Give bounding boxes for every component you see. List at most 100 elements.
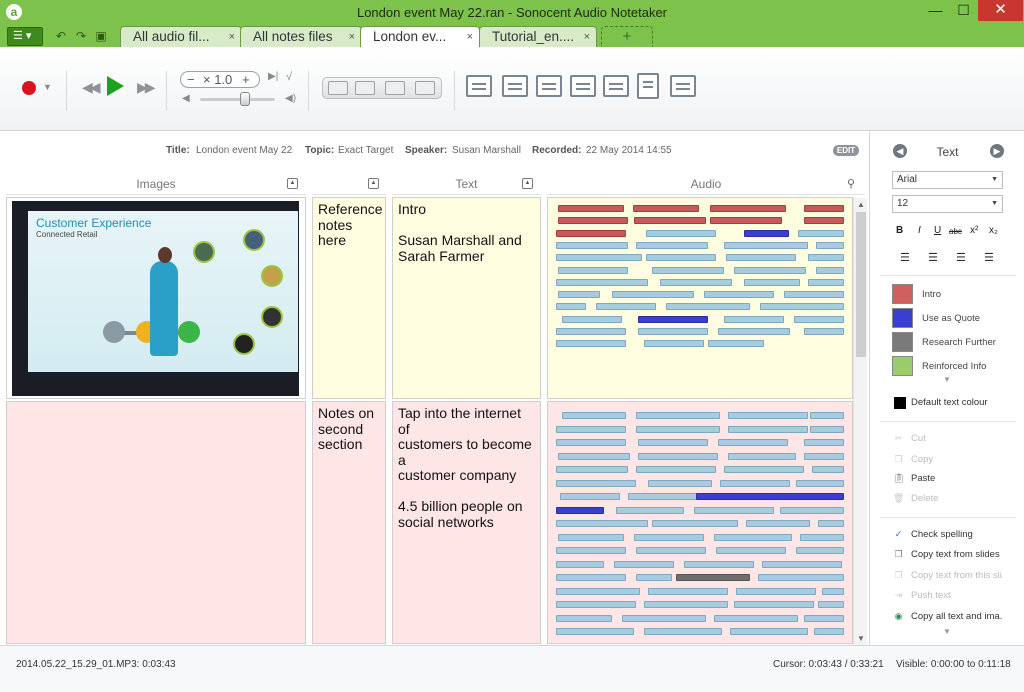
record-icon[interactable] <box>22 81 36 95</box>
audio-chunk[interactable] <box>596 303 656 311</box>
audio-chunk[interactable] <box>558 205 624 212</box>
audio-chunk[interactable] <box>816 241 844 249</box>
audio-chunk[interactable] <box>710 217 782 225</box>
tab-close-icon[interactable]: × <box>229 27 235 47</box>
category-swatch-research[interactable] <box>892 332 913 352</box>
audio-chunk[interactable] <box>644 601 728 608</box>
tab-london-event[interactable]: London ev... × <box>360 26 480 48</box>
audio-chunk[interactable] <box>636 425 720 433</box>
audio-chunk[interactable] <box>556 520 648 527</box>
numbered-list-icon[interactable]: ☰ <box>928 251 938 264</box>
superscript-button[interactable]: x² <box>970 225 978 236</box>
audio-chunk[interactable] <box>730 628 808 635</box>
audio-chunk[interactable] <box>780 506 844 514</box>
audio-chunk[interactable] <box>804 614 844 622</box>
audio-chunk[interactable] <box>818 520 844 527</box>
category-label[interactable]: Intro <box>922 289 941 300</box>
slide-image[interactable]: Customer Experience Connected Retail <box>12 201 299 396</box>
audio-chunk[interactable] <box>728 452 796 460</box>
default-colour-swatch[interactable] <box>894 397 906 409</box>
audio-chunk[interactable] <box>808 278 844 286</box>
images-cell[interactable] <box>6 401 306 644</box>
prev-panel-icon[interactable]: ◀ <box>893 144 907 158</box>
column-toggle-icon[interactable]: ▲ <box>287 178 298 189</box>
audio-chunk[interactable] <box>556 328 626 335</box>
rewind-icon[interactable]: ◀◀ <box>82 79 100 96</box>
check-spelling-action[interactable]: Check spelling <box>911 529 1003 540</box>
audio-chunk[interactable] <box>816 266 844 274</box>
export-icon[interactable] <box>570 75 596 97</box>
volume-slider-thumb[interactable] <box>240 92 250 106</box>
audio-chunk[interactable] <box>804 439 844 446</box>
audio-chunk[interactable] <box>808 254 844 262</box>
audio-chunk[interactable] <box>728 412 808 419</box>
audio-chunk[interactable] <box>724 241 808 249</box>
audio-chunk[interactable] <box>556 628 634 635</box>
audio-chunk[interactable] <box>556 574 626 581</box>
paste-icon[interactable]: 📋︎ <box>893 473 904 484</box>
save-icon[interactable]: ▣ <box>94 29 108 43</box>
bullet-list-icon[interactable]: ☰ <box>900 251 910 264</box>
audio-chunk[interactable] <box>636 241 708 249</box>
audio-chunk[interactable] <box>716 547 786 554</box>
audio-chunk[interactable] <box>810 425 844 433</box>
audio-chunk[interactable] <box>728 425 808 433</box>
audio-chunk[interactable] <box>614 560 674 568</box>
audio-chunk[interactable] <box>652 520 738 527</box>
audio-chunk[interactable] <box>822 587 844 595</box>
audio-chunk[interactable] <box>556 278 648 286</box>
audio-chunk[interactable] <box>644 628 722 635</box>
audio-chunk[interactable] <box>558 266 628 274</box>
audio-chunk[interactable] <box>634 217 706 225</box>
audio-chunk[interactable] <box>810 412 844 419</box>
default-colour-label[interactable]: Default text colour <box>911 397 988 408</box>
audio-chunk[interactable] <box>724 315 784 323</box>
audio-chunk[interactable] <box>558 217 628 225</box>
skip-icon[interactable]: ▶| <box>268 71 278 82</box>
paste-action[interactable]: Paste <box>911 473 1003 484</box>
audio-chunk[interactable] <box>744 278 800 286</box>
audio-chunk[interactable] <box>714 614 798 622</box>
audio-chunk[interactable] <box>638 315 708 323</box>
audio-chunk[interactable] <box>794 315 844 323</box>
audio-chunk[interactable] <box>734 266 806 274</box>
edit-metadata-button[interactable]: EDIT <box>833 145 859 156</box>
category-swatch-intro[interactable] <box>892 284 913 304</box>
audio-chunk[interactable] <box>666 303 750 311</box>
audio-chunk[interactable] <box>648 587 728 595</box>
audio-chunk[interactable] <box>558 533 624 541</box>
speed-increase-button[interactable]: + <box>242 72 250 87</box>
audio-chunk[interactable] <box>796 479 844 487</box>
fast-forward-icon[interactable]: ▶▶ <box>137 79 155 96</box>
audio-chunk[interactable] <box>616 506 684 514</box>
section-text[interactable]: Intro Susan Marshall and Sarah Farmer <box>393 198 540 264</box>
maximize-button[interactable]: ☐ <box>949 0 978 21</box>
record-dropdown-icon[interactable]: ▼ <box>43 82 52 92</box>
audio-chunk[interactable] <box>812 466 844 473</box>
audio-chunk[interactable] <box>556 229 626 237</box>
audio-chunk[interactable] <box>562 412 626 419</box>
audio-chunk[interactable] <box>628 493 698 500</box>
audio-chunk[interactable] <box>556 506 604 514</box>
audio-chunk[interactable] <box>633 205 699 212</box>
scroll-down-icon[interactable]: ▼ <box>857 634 865 643</box>
notes-text[interactable]: Reference notes here <box>313 198 385 249</box>
redo-icon[interactable]: ↷ <box>74 29 88 43</box>
audio-chunk[interactable] <box>556 466 628 473</box>
view-notes-icon[interactable] <box>385 81 405 95</box>
audio-chunk[interactable] <box>556 547 626 554</box>
audio-chunk[interactable] <box>720 479 790 487</box>
audio-chunk[interactable] <box>558 452 630 460</box>
copy-text-from-slides-action[interactable]: Copy text from slides <box>911 549 1003 560</box>
audio-chunk[interactable] <box>804 328 844 335</box>
column-toggle-icon[interactable]: ▲ <box>368 178 379 189</box>
audio-chunk[interactable] <box>646 254 716 262</box>
copy-all-text-action[interactable]: Copy all text and ima... <box>911 611 1003 622</box>
italic-button[interactable]: I <box>918 225 921 236</box>
audio-chunk[interactable] <box>696 493 844 500</box>
vertical-scrollbar[interactable]: ▲ ▼ <box>853 198 867 645</box>
audio-chunk[interactable] <box>746 520 810 527</box>
subscript-button[interactable]: x₂ <box>989 225 998 236</box>
audio-chunk[interactable] <box>558 291 600 299</box>
audio-chunk[interactable] <box>718 439 788 446</box>
